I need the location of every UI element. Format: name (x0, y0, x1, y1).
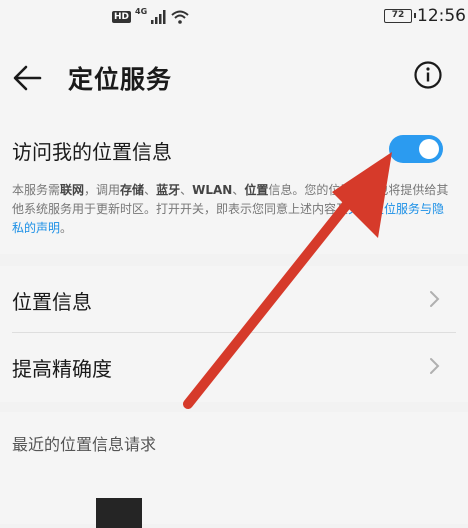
desc-text: ，调用 (84, 183, 121, 197)
desc-bold-network: 联网 (60, 183, 85, 197)
recent-requests-heading: 最近的位置信息请求 (12, 435, 157, 454)
network-type: 4G (135, 7, 148, 16)
recent-requests-section: 最近的位置信息请求 (0, 412, 468, 528)
desc-bold-storage: 存储 (120, 183, 145, 197)
desc-sep: 、 (232, 183, 245, 197)
desc-bold-wlan: WLAN (192, 183, 233, 197)
location-access-card: 访问我的位置信息 本服务需联网，调用存储、蓝牙、WLAN、位置信息。您的位置信息… (0, 124, 468, 254)
status-bar: HD 4G 72 12:56 (0, 0, 468, 34)
back-arrow-icon[interactable] (10, 60, 46, 96)
chevron-right-icon (430, 291, 440, 307)
clock: 12:56 (417, 6, 466, 26)
info-icon[interactable] (413, 60, 443, 90)
improve-accuracy-label: 提高精确度 (12, 357, 112, 381)
signal-icon (151, 10, 166, 24)
battery-icon: 72 (384, 9, 416, 23)
location-info-label: 位置信息 (12, 290, 92, 314)
desc-text: 本服务需 (12, 183, 61, 197)
desc-sep: 、 (180, 183, 193, 197)
page-title: 定位服务 (68, 65, 173, 94)
settings-list: 位置信息 提高精确度 (0, 266, 468, 402)
hd-badge: HD (112, 11, 132, 23)
chevron-right-icon (430, 358, 440, 374)
location-access-label: 访问我的位置信息 (12, 140, 172, 164)
desc-bold-bluetooth: 蓝牙 (156, 183, 181, 197)
location-info-row[interactable]: 位置信息 (0, 266, 468, 332)
improve-accuracy-row[interactable]: 提高精确度 (0, 333, 468, 399)
toggle-knob (419, 139, 439, 159)
wifi-icon (171, 10, 189, 24)
app-header: 定位服务 (0, 34, 468, 124)
desc-text: 。 (60, 221, 73, 235)
status-icons: HD 4G (112, 7, 189, 27)
desc-sep: 、 (144, 183, 157, 197)
location-access-toggle[interactable] (389, 135, 443, 163)
desc-bold-location: 位置 (244, 183, 269, 197)
location-description: 本服务需联网，调用存储、蓝牙、WLAN、位置信息。您的位置信息也将提供给其他系统… (12, 181, 452, 238)
